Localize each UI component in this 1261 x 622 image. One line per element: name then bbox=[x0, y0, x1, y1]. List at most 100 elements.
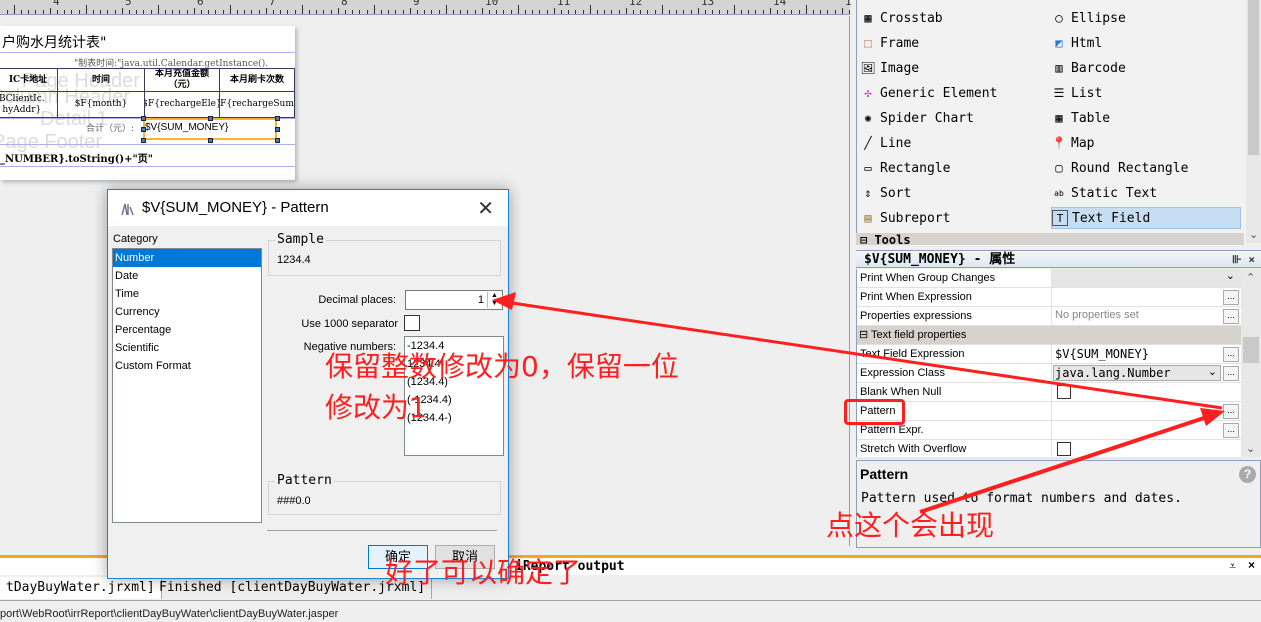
property-row-text-field-expression[interactable]: Text Field Expression $V{SUM_MONEY}... bbox=[857, 345, 1242, 364]
category-item-currency[interactable]: Currency bbox=[113, 303, 261, 321]
resize-handle[interactable] bbox=[208, 116, 213, 121]
property-value[interactable] bbox=[1051, 383, 1241, 401]
palette-item-ellipse[interactable]: ◯ Ellipse bbox=[1051, 7, 1241, 29]
property-row-pattern-expr-[interactable]: Pattern Expr.... bbox=[857, 421, 1242, 440]
palette-scrollbar[interactable]: ⌄ bbox=[1246, 0, 1261, 243]
page-footer-expression[interactable]: _NUMBER}.toString()+"页" bbox=[0, 150, 153, 165]
ellipsis-button[interactable]: ... bbox=[1223, 366, 1239, 381]
property-value[interactable]: ⌄ java.lang.Number... bbox=[1051, 364, 1241, 382]
resize-handle[interactable] bbox=[208, 138, 213, 143]
ellipsis-button[interactable]: ... bbox=[1223, 347, 1239, 362]
property-row-print-when-group-changes[interactable]: Print When Group Changes ⌄ bbox=[857, 269, 1242, 288]
category-item-custom-format[interactable]: Custom Format bbox=[113, 357, 261, 375]
property-value[interactable]: ... bbox=[1051, 288, 1241, 306]
report-title[interactable]: 户购水月统计表" bbox=[2, 32, 106, 52]
palette-item-frame[interactable]: ⬚ Frame bbox=[860, 32, 1045, 54]
category-list[interactable]: Number Date Time Currency Percentage Scientif… bbox=[112, 248, 262, 523]
palette-item-html[interactable]: ◩ Html bbox=[1051, 32, 1241, 54]
palette-item-map[interactable]: 📍 Map bbox=[1051, 132, 1241, 154]
palette-item-generic-element[interactable]: ✣ Generic Element bbox=[860, 82, 1045, 104]
palette-item-subreport[interactable]: ▤ Subreport bbox=[860, 207, 1045, 229]
chevron-down-icon[interactable]: ⌄ bbox=[1226, 269, 1235, 282]
property-row-pattern[interactable]: Pattern... bbox=[857, 402, 1242, 421]
category-item-number[interactable]: Number bbox=[113, 249, 261, 267]
detail-cell-address[interactable]: BClientIc. hyAddr} bbox=[0, 91, 58, 118]
ruler-tick bbox=[28, 10, 30, 14]
category-item-percentage[interactable]: Percentage bbox=[113, 321, 261, 339]
property-value[interactable]: ⌄ bbox=[1051, 269, 1241, 287]
palette-item-barcode[interactable]: ▥ Barcode bbox=[1051, 57, 1241, 79]
property-row-print-when-expression[interactable]: Print When Expression... bbox=[857, 288, 1242, 307]
description-text: Pattern used to format numbers and dates… bbox=[861, 491, 1182, 506]
detail-cell-recharge-sum[interactable]: $F{rechargeSum} bbox=[219, 91, 295, 118]
minimize-icon[interactable]: ⩡ bbox=[1229, 559, 1236, 574]
palette-item-round-rectangle[interactable]: ▢ Round Rectangle bbox=[1051, 157, 1241, 179]
category-item-date[interactable]: Date bbox=[113, 267, 261, 285]
property-value[interactable] bbox=[1051, 440, 1241, 458]
category-item-scientific[interactable]: Scientific bbox=[113, 339, 261, 357]
scroll-thumb[interactable] bbox=[1248, 0, 1259, 155]
ellipsis-button[interactable]: ... bbox=[1223, 404, 1239, 419]
ellipsis-button[interactable]: ... bbox=[1223, 423, 1239, 438]
resize-handle[interactable] bbox=[141, 138, 146, 143]
detail-cell-recharge-ele[interactable]: $F{rechargeEle} bbox=[144, 91, 220, 118]
scroll-down-icon[interactable]: ⌄ bbox=[1249, 228, 1258, 241]
property-value[interactable]: $V{SUM_MONEY}... bbox=[1051, 345, 1241, 363]
palette-item-image[interactable]: 🖼 Image bbox=[860, 57, 1045, 79]
help-icon[interactable]: ? bbox=[1239, 466, 1256, 483]
property-row-blank-when-null[interactable]: Blank When Null bbox=[857, 383, 1242, 402]
resize-handle[interactable] bbox=[275, 116, 280, 121]
property-row-text-field-properties[interactable]: ⊟ Text field properties bbox=[857, 326, 1242, 345]
resize-handle[interactable] bbox=[275, 127, 280, 132]
decimal-places-spinner[interactable]: 1 ▲ ▼ bbox=[405, 290, 503, 310]
collapse-icon[interactable]: ⊟ bbox=[859, 328, 868, 341]
palette-item-text-field[interactable]: T Text Field bbox=[1051, 207, 1241, 229]
palette-section-tools[interactable]: ⊟ Tools bbox=[856, 233, 1244, 245]
property-checkbox[interactable] bbox=[1057, 442, 1071, 456]
selected-text-field[interactable]: $V{SUM_MONEY} bbox=[143, 118, 277, 140]
separator-checkbox[interactable] bbox=[404, 315, 420, 331]
header-cell-time[interactable]: 时间 bbox=[57, 68, 145, 92]
property-row-expression-class[interactable]: Expression Class ⌄ java.lang.Number... bbox=[857, 364, 1242, 383]
palette-item-table[interactable]: ▦ Table bbox=[1051, 107, 1241, 129]
chevron-down-icon[interactable]: ⌄ bbox=[1208, 365, 1217, 378]
ruler-tick bbox=[179, 10, 181, 14]
scroll-up-icon[interactable]: ⌃ bbox=[1246, 271, 1255, 284]
palette-item-rectangle[interactable]: ▭ Rectangle bbox=[860, 157, 1045, 179]
palette-item-spider-chart[interactable]: ✺ Spider Chart bbox=[860, 107, 1045, 129]
palette-item-line[interactable]: ╱ Line bbox=[860, 132, 1045, 154]
property-row-stretch-with-overflow[interactable]: Stretch With Overflow bbox=[857, 440, 1242, 459]
palette-item-sort[interactable]: ⇕ Sort bbox=[860, 182, 1045, 204]
output-tab-compile[interactable]: tDayBuyWater.jrxml] bbox=[0, 577, 162, 599]
property-value[interactable]: ... bbox=[1051, 421, 1241, 439]
panel-controls[interactable]: ⊪ × bbox=[1232, 251, 1255, 268]
resize-handle[interactable] bbox=[141, 127, 146, 132]
dialog-title-bar[interactable]: $V{SUM_MONEY} - Pattern ✕ bbox=[108, 190, 508, 226]
header-cell-recharge-amount[interactable]: 本月充值金额（元） bbox=[144, 68, 220, 92]
scroll-down-icon[interactable]: ⌄ bbox=[1246, 442, 1255, 455]
palette-item-static-text[interactable]: ab Static Text bbox=[1051, 182, 1241, 204]
palette-item-crosstab[interactable]: ▦ Crosstab bbox=[860, 7, 1045, 29]
property-checkbox[interactable] bbox=[1057, 385, 1071, 399]
close-icon[interactable]: ✕ bbox=[477, 196, 494, 221]
resize-handle[interactable] bbox=[275, 138, 280, 143]
property-value[interactable]: No properties set... bbox=[1051, 307, 1241, 325]
report-page[interactable]: Page Header Column Header Detail 1 Page … bbox=[0, 26, 295, 180]
ruler-tick bbox=[21, 10, 22, 14]
detail-cell-month[interactable]: $F{month} bbox=[57, 91, 145, 118]
scroll-thumb[interactable] bbox=[1243, 337, 1259, 363]
header-cell-swipe-count[interactable]: 本月刷卡次数 bbox=[219, 68, 295, 92]
spinner-buttons[interactable]: ▲ ▼ bbox=[487, 292, 501, 308]
category-item-time[interactable]: Time bbox=[113, 285, 261, 303]
properties-scrollbar[interactable]: ⌃ ⌄ bbox=[1241, 269, 1261, 457]
close-icon[interactable]: × bbox=[1248, 558, 1255, 572]
header-cell-ic-address[interactable]: IC卡地址 bbox=[0, 68, 58, 92]
total-label[interactable]: 合计（元）: bbox=[86, 121, 134, 134]
ellipsis-button[interactable]: ... bbox=[1223, 309, 1239, 324]
sample-value: 1234.4 bbox=[277, 254, 311, 266]
ellipsis-button[interactable]: ... bbox=[1223, 290, 1239, 305]
palette-item-list[interactable]: ☰ List bbox=[1051, 82, 1241, 104]
property-row-properties-expressions[interactable]: Properties expressions No properties set.… bbox=[857, 307, 1242, 326]
property-value[interactable]: ... bbox=[1051, 402, 1241, 420]
resize-handle[interactable] bbox=[141, 116, 146, 121]
